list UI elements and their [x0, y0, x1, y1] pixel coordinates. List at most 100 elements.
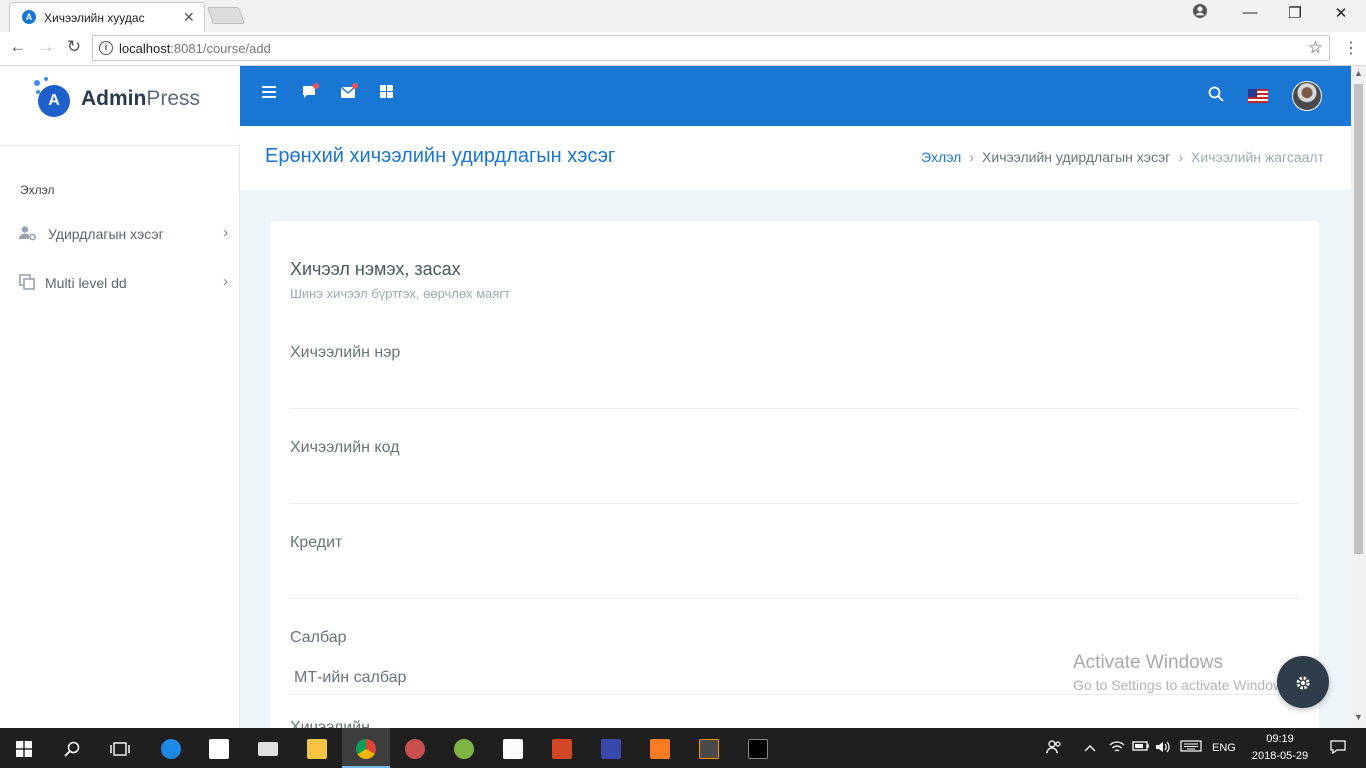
settings-gear-button[interactable]	[1277, 656, 1329, 708]
chevron-right-icon: ›	[223, 273, 228, 290]
app-topbar	[240, 66, 1351, 126]
us-flag-icon[interactable]	[1248, 89, 1268, 103]
course-name-label: Хичээлийн нэр	[290, 344, 401, 361]
department-select[interactable]: МТ-ийн салбар	[294, 669, 406, 687]
back-button[interactable]: ←	[6, 37, 30, 57]
notification-dot	[352, 83, 358, 89]
clock-date: 2018-05-29	[1251, 750, 1309, 762]
scroll-down-arrow-icon[interactable]: ▼	[1354, 712, 1363, 722]
volume-icon[interactable]	[1155, 740, 1171, 757]
course-code-input[interactable]	[290, 472, 1299, 504]
avatar[interactable]	[1292, 81, 1322, 111]
logo-press: Press	[146, 87, 201, 110]
page-scrollbar[interactable]: ▲ ▼	[1351, 66, 1366, 728]
course-code-label: Хичээлийн код	[290, 439, 400, 456]
minimize-button[interactable]: —	[1238, 4, 1262, 21]
logo-dot	[44, 77, 48, 81]
taskbar-search-icon[interactable]	[48, 728, 96, 768]
grid-icon[interactable]	[376, 85, 396, 103]
sidebar: Эхлэл Удирдлагын хэсэг › Multi level dd …	[0, 146, 240, 728]
browser-tab[interactable]: A Хичээлийн хуудас ✕	[9, 2, 205, 32]
sublime-text-icon[interactable]	[685, 728, 733, 768]
sidebar-item-label: Multi level dd	[45, 275, 127, 291]
logo-text: AdminPress	[81, 87, 200, 111]
file-explorer-icon[interactable]	[293, 728, 341, 768]
profile-icon[interactable]	[1188, 3, 1212, 23]
department-select-underline	[290, 694, 1299, 695]
url-input[interactable]: i localhost:8081/course/add ☆	[92, 35, 1330, 61]
mail-app-icon[interactable]	[244, 728, 292, 768]
android-studio-icon[interactable]	[440, 728, 488, 768]
browser-titlebar: A Хичээлийн хуудас ✕ — ❐ ✕	[0, 0, 1366, 32]
scroll-thumb[interactable]	[1354, 84, 1363, 554]
ide-app-icon[interactable]	[587, 728, 635, 768]
sidebar-item-management[interactable]: Удирдлагын хэсэг ›	[0, 216, 240, 252]
search-icon[interactable]	[1206, 86, 1226, 107]
site-info-icon[interactable]: i	[99, 41, 113, 55]
url-host: localhost	[119, 41, 171, 56]
page-title: Ерөнхий хичээлийн удирдлагын хэсэг	[265, 145, 616, 167]
sidebar-item-multi-level[interactable]: Multi level dd ›	[0, 265, 240, 301]
page-title-bar: Ерөнхий хичээлийн удирдлагын хэсэг Эхлэл…	[240, 126, 1351, 190]
people-icon[interactable]	[1046, 740, 1062, 757]
tray-chevron-up-icon[interactable]	[1084, 740, 1096, 755]
paint-app-icon[interactable]	[391, 728, 439, 768]
terminal-icon[interactable]	[734, 728, 782, 768]
course-name-input[interactable]	[290, 377, 1299, 409]
bookmark-star-icon[interactable]: ☆	[1308, 38, 1323, 58]
notification-dot	[313, 83, 319, 89]
breadcrumb-separator: ›	[1178, 149, 1184, 165]
edge-browser-icon[interactable]	[147, 728, 195, 768]
chevron-right-icon: ›	[223, 224, 228, 241]
breadcrumb-section: Хичээлийн удирдлагын хэсэг	[982, 149, 1171, 165]
tab-favicon-icon: A	[22, 10, 36, 24]
breadcrumb-current: Хичээлийн жагсаалт	[1191, 149, 1324, 165]
address-bar-row: ← → ↻ i localhost:8081/course/add ☆ ⋮	[0, 32, 1366, 66]
sticky-notes-icon[interactable]	[489, 728, 537, 768]
users-cog-icon	[19, 225, 37, 245]
credit-label: Кредит	[290, 534, 343, 551]
sidebar-item-label: Удирдлагын хэсэг	[48, 226, 164, 242]
sidebar-heading: Эхлэл	[20, 183, 55, 197]
activate-windows-subtitle: Go to Settings to activate Windows.	[1073, 677, 1294, 693]
task-view-icon[interactable]	[96, 728, 144, 768]
windows-start-icon[interactable]	[0, 728, 48, 768]
new-tab-button[interactable]	[206, 7, 246, 24]
close-window-button[interactable]: ✕	[1329, 4, 1353, 22]
reload-button[interactable]: ↻	[62, 37, 86, 57]
form-subtitle: Шинэ хичээл бүртгэх, өөрчлөх маягт	[290, 286, 511, 301]
tab-close-icon[interactable]: ✕	[183, 9, 195, 26]
department-label: Салбар	[290, 629, 347, 646]
taskbar-clock[interactable]: 09:19 2018-05-29	[1250, 731, 1310, 765]
action-center-icon[interactable]	[1330, 740, 1346, 757]
activate-windows-title: Activate Windows	[1073, 652, 1223, 673]
chrome-browser-icon[interactable]	[342, 728, 390, 768]
breadcrumb-home-link[interactable]: Эхлэл	[921, 149, 961, 165]
breadcrumb: Эхлэл › Хичээлийн удирдлагын хэсэг › Хичээли…	[921, 149, 1324, 165]
logo-mark-icon: A	[38, 85, 70, 117]
tab-title: Хичээлийн хуудас	[44, 11, 145, 25]
forward-button[interactable]: →	[34, 37, 58, 57]
form-title: Хичээл нэмэх, засах	[290, 259, 461, 279]
xampp-icon[interactable]	[636, 728, 684, 768]
app-logo[interactable]: A AdminPress	[0, 66, 240, 146]
scroll-up-arrow-icon[interactable]: ▲	[1354, 68, 1363, 78]
store-icon[interactable]	[195, 728, 243, 768]
logo-admin: Admin	[81, 87, 147, 110]
browser-menu-icon[interactable]: ⋮	[1343, 38, 1359, 58]
powerpoint-icon[interactable]	[538, 728, 586, 768]
credit-input[interactable]	[290, 567, 1299, 599]
url-path: :8081/course/add	[170, 41, 271, 56]
logo-dot	[34, 80, 40, 86]
clock-time: 09:19	[1266, 733, 1294, 745]
keyboard-icon[interactable]	[1180, 740, 1202, 755]
windows-taskbar: ENG 09:19 2018-05-29	[0, 728, 1366, 768]
language-indicator[interactable]: ENG	[1212, 742, 1236, 754]
hamburger-menu-icon[interactable]	[259, 85, 279, 103]
maximize-button[interactable]: ❐	[1283, 4, 1307, 22]
wifi-icon[interactable]	[1109, 740, 1125, 757]
url-text[interactable]: localhost:8081/course/add	[119, 41, 271, 56]
breadcrumb-separator: ›	[969, 149, 975, 165]
battery-icon[interactable]	[1132, 740, 1150, 755]
copy-icon	[19, 274, 35, 294]
